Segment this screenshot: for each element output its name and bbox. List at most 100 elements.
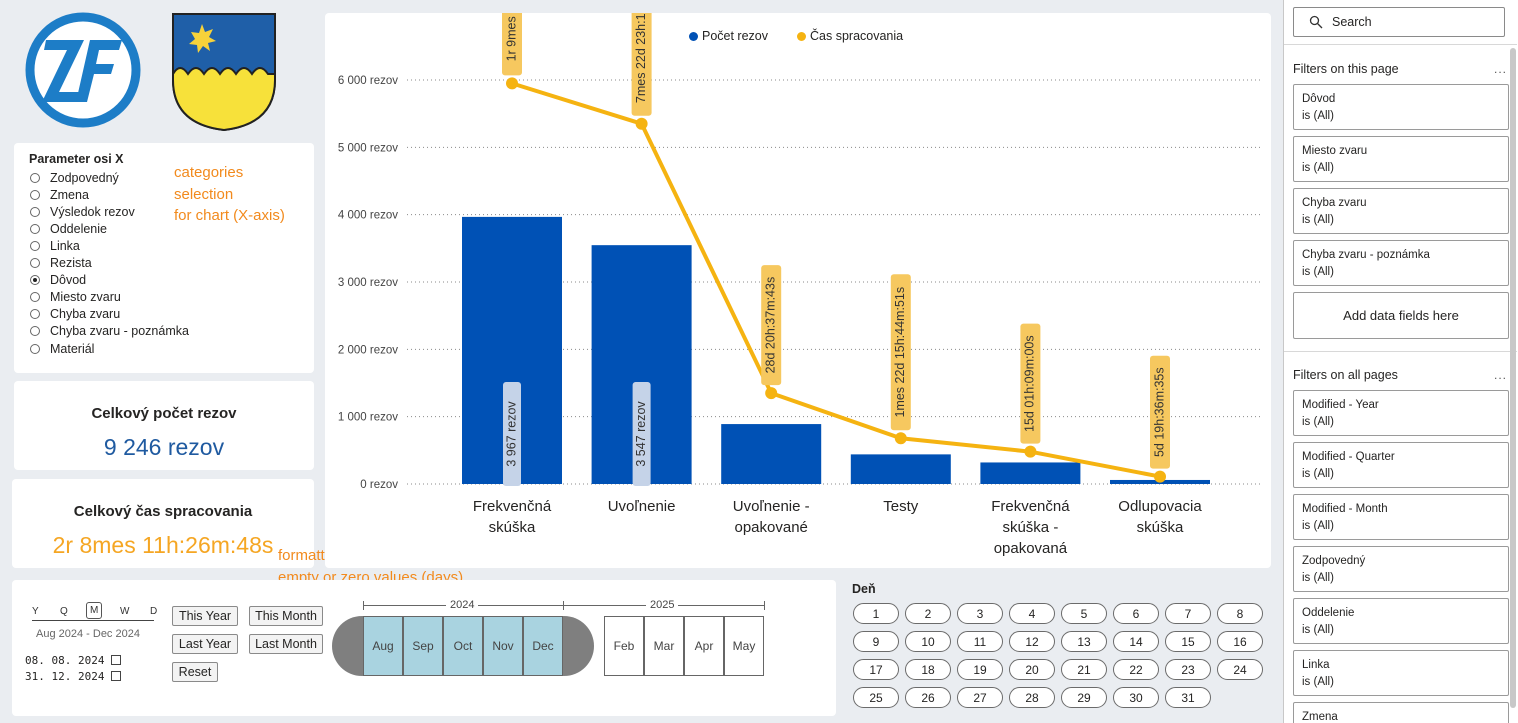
granularity-option[interactable]: Q xyxy=(60,606,68,617)
radio-icon[interactable] xyxy=(30,240,40,251)
filter-card[interactable]: Chyba zvaru - poznámka is (All) xyxy=(1293,240,1509,286)
day-button[interactable]: 11 xyxy=(957,631,1003,652)
this-year-button[interactable]: This Year xyxy=(172,606,238,626)
slicer-option[interactable]: Chyba zvaru xyxy=(30,306,120,323)
day-button[interactable]: 14 xyxy=(1113,631,1159,652)
day-button[interactable]: 28 xyxy=(1009,687,1055,708)
timeline-tick xyxy=(764,601,765,610)
timeline-month[interactable]: Dec xyxy=(523,616,563,676)
day-button[interactable]: 12 xyxy=(1009,631,1055,652)
page-filters-more-button[interactable]: ... xyxy=(1494,62,1507,76)
last-year-button[interactable]: Last Year xyxy=(172,634,238,654)
day-button[interactable]: 7 xyxy=(1165,603,1211,624)
line-data-label: 15d 01h:09m:00s xyxy=(1023,335,1037,432)
filters-pane: Search Filters on this page ... Dôvod is … xyxy=(1283,0,1518,723)
day-button[interactable]: 10 xyxy=(905,631,951,652)
calendar-icon[interactable] xyxy=(111,671,121,681)
filter-card[interactable]: Chyba zvaru is (All) xyxy=(1293,188,1509,234)
granularity-option[interactable]: Y xyxy=(32,606,39,617)
day-button[interactable]: 17 xyxy=(853,659,899,680)
day-button[interactable]: 16 xyxy=(1217,631,1263,652)
day-button[interactable]: 27 xyxy=(957,687,1003,708)
day-button[interactable]: 23 xyxy=(1165,659,1211,680)
filter-card[interactable]: Modified - Quarter is (All) xyxy=(1293,442,1509,488)
filter-card[interactable]: Linka is (All) xyxy=(1293,650,1509,696)
granularity-option[interactable]: W xyxy=(120,606,129,617)
filters-scrollbar[interactable] xyxy=(1510,48,1516,708)
reset-button[interactable]: Reset xyxy=(172,662,218,682)
radio-icon[interactable] xyxy=(30,326,40,337)
radio-icon[interactable] xyxy=(30,172,40,183)
timeline-month[interactable]: May xyxy=(724,616,764,676)
start-date-field[interactable]: 08. 08. 2024 xyxy=(25,654,104,667)
radio-icon[interactable] xyxy=(30,258,40,268)
day-button[interactable]: 21 xyxy=(1061,659,1107,680)
day-button[interactable]: 29 xyxy=(1061,687,1107,708)
day-button[interactable]: 24 xyxy=(1217,659,1263,680)
slicer-option[interactable]: Zmena xyxy=(30,186,89,203)
slicer-option[interactable]: Výsledok rezov xyxy=(30,203,135,220)
line-point xyxy=(506,77,518,90)
all-filters-more-button[interactable]: ... xyxy=(1494,368,1507,382)
day-button[interactable]: 18 xyxy=(905,659,951,680)
slicer-option[interactable]: Linka xyxy=(30,237,80,254)
day-button[interactable]: 3 xyxy=(957,603,1003,624)
filter-card[interactable]: Modified - Month is (All) xyxy=(1293,494,1509,540)
day-button[interactable]: 26 xyxy=(905,687,951,708)
slicer-option[interactable]: Materiál xyxy=(30,340,94,357)
slicer-option[interactable]: Zodpovedný xyxy=(30,169,119,186)
day-button[interactable]: 1 xyxy=(853,603,899,624)
radio-icon[interactable] xyxy=(30,309,40,320)
y-tick-label: 5 000 rezov xyxy=(338,142,398,154)
radio-icon[interactable] xyxy=(30,275,40,286)
day-button[interactable]: 2 xyxy=(905,603,951,624)
slicer-option[interactable]: Oddelenie xyxy=(30,220,107,237)
day-button[interactable]: 15 xyxy=(1165,631,1211,652)
day-button[interactable]: 4 xyxy=(1009,603,1055,624)
slicer-option[interactable]: Dôvod xyxy=(30,272,86,289)
timeline-month[interactable]: Mar xyxy=(644,616,684,676)
day-button[interactable]: 13 xyxy=(1061,631,1107,652)
filter-card[interactable]: Oddelenie is (All) xyxy=(1293,598,1509,644)
filter-card[interactable]: Dôvod is (All) xyxy=(1293,84,1509,130)
timeline-month[interactable]: Feb xyxy=(604,616,644,676)
day-button[interactable]: 6 xyxy=(1113,603,1159,624)
this-month-button[interactable]: This Month xyxy=(249,606,323,626)
timeline-month[interactable]: Apr xyxy=(684,616,724,676)
day-button[interactable]: 25 xyxy=(853,687,899,708)
day-button[interactable]: 30 xyxy=(1113,687,1159,708)
search-input[interactable]: Search xyxy=(1293,7,1505,37)
day-button[interactable]: 31 xyxy=(1165,687,1211,708)
slicer-option[interactable]: Chyba zvaru - poznámka xyxy=(30,323,189,340)
radio-icon[interactable] xyxy=(30,343,40,354)
day-button[interactable]: 8 xyxy=(1217,603,1263,624)
calendar-icon[interactable] xyxy=(111,655,121,665)
filter-card[interactable]: Zodpovedný is (All) xyxy=(1293,546,1509,592)
timeline-month[interactable]: Oct xyxy=(443,616,483,676)
day-button[interactable]: 20 xyxy=(1009,659,1055,680)
zf-logo xyxy=(25,12,141,128)
day-button[interactable]: 9 xyxy=(853,631,899,652)
filter-card[interactable]: Modified - Year is (All) xyxy=(1293,390,1509,436)
timeline-month[interactable]: Aug xyxy=(363,616,403,676)
radio-icon[interactable] xyxy=(30,206,40,217)
divider xyxy=(1284,351,1517,352)
day-button[interactable]: 22 xyxy=(1113,659,1159,680)
filter-card[interactable]: Zmena xyxy=(1293,702,1509,723)
radio-icon[interactable] xyxy=(30,223,40,234)
combo-chart[interactable]: Počet rezov Čas spracovania 0 rezov 1 000… xyxy=(325,13,1271,568)
last-month-button[interactable]: Last Month xyxy=(249,634,323,654)
filter-card[interactable]: Miesto zvaru is (All) xyxy=(1293,136,1509,182)
slicer-option[interactable]: Rezista xyxy=(30,255,92,272)
end-date-field[interactable]: 31. 12. 2024 xyxy=(25,670,104,683)
granularity-option[interactable]: M xyxy=(86,602,103,619)
timeline-month[interactable]: Nov xyxy=(483,616,523,676)
day-button[interactable]: 19 xyxy=(957,659,1003,680)
timeline-month[interactable]: Sep xyxy=(403,616,443,676)
granularity-option[interactable]: D xyxy=(150,606,157,617)
day-button[interactable]: 5 xyxy=(1061,603,1107,624)
radio-icon[interactable] xyxy=(30,189,40,200)
radio-icon[interactable] xyxy=(30,292,40,303)
slicer-option[interactable]: Miesto zvaru xyxy=(30,289,121,306)
add-data-fields-dropzone[interactable]: Add data fields here xyxy=(1293,292,1509,339)
